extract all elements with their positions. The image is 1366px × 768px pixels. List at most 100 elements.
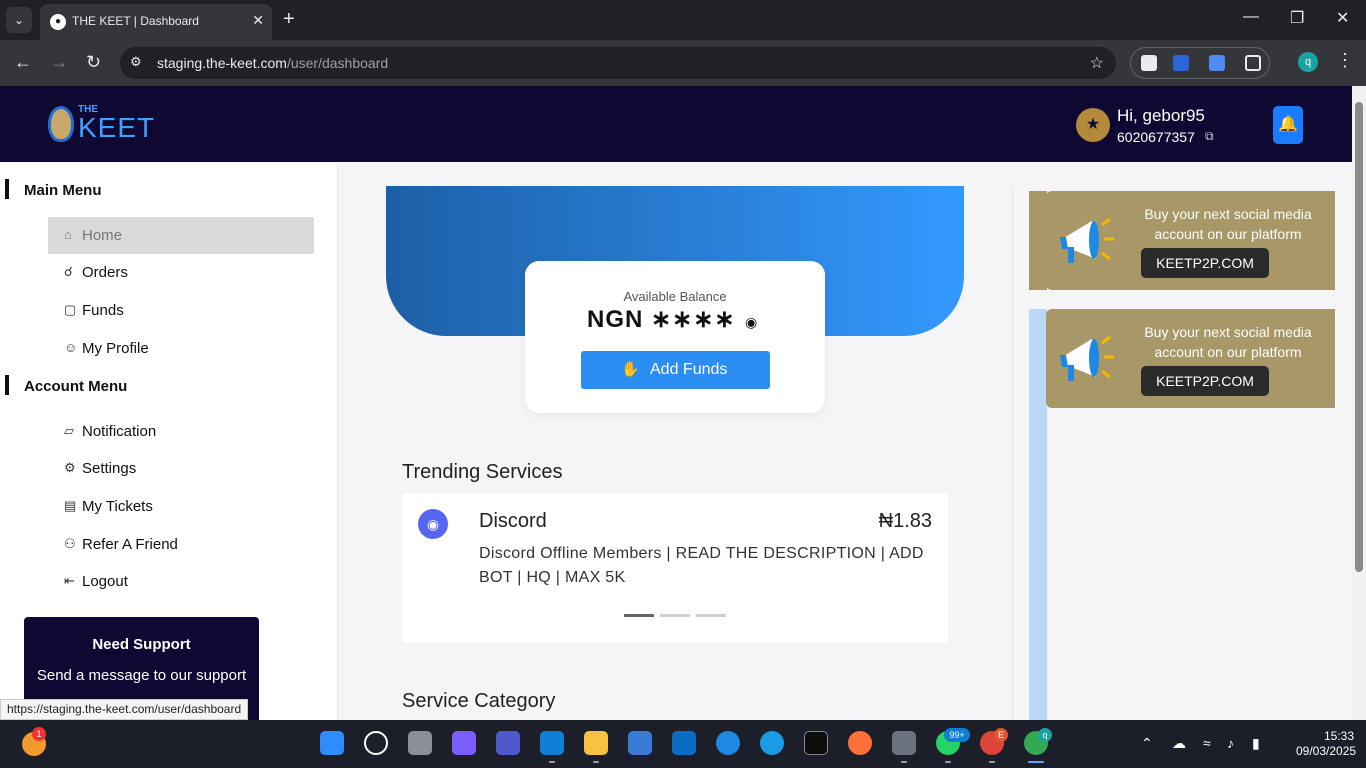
sidebar-item-label: My Profile xyxy=(82,340,149,357)
vscode-icon[interactable] xyxy=(540,731,564,755)
tab-title: THE KEET | Dashboard xyxy=(72,14,199,28)
sidebar-item-my-tickets[interactable]: ▤ My Tickets xyxy=(48,488,314,525)
new-tab-button[interactable]: + xyxy=(283,8,295,30)
discord-icon: ◉ xyxy=(418,509,448,539)
wifi-icon[interactable]: ≈ xyxy=(1203,735,1211,751)
add-funds-button[interactable]: ✋ Add Funds xyxy=(581,351,770,389)
sidebar-item-label: Notification xyxy=(82,423,157,440)
sidebar-item-settings[interactable]: ⚙ Settings xyxy=(48,450,314,487)
sidebar-item-label: Settings xyxy=(82,460,137,477)
sidebar-item-notification[interactable]: ▱ Notification xyxy=(48,413,314,450)
page-scrollbar[interactable] xyxy=(1352,86,1366,720)
sidebar-item-home[interactable]: ⌂ Home xyxy=(48,217,314,254)
ad-banner[interactable]: Buy your next social media account on ou… xyxy=(1046,309,1335,408)
help-icon[interactable] xyxy=(716,731,740,755)
store-icon[interactable] xyxy=(628,731,652,755)
logout-icon: ⇤ xyxy=(64,573,75,588)
trending-service-card[interactable]: ◉ Discord ₦1.83 Discord Offline Members … xyxy=(402,493,948,643)
ad-banner[interactable]: Buy your next social media account on ou… xyxy=(1046,191,1335,290)
megaphone-icon xyxy=(1060,335,1114,381)
megaphone-icon xyxy=(1060,217,1114,263)
carousel-dot[interactable] xyxy=(696,614,726,617)
extensions-puzzle-icon[interactable] xyxy=(1245,55,1261,71)
keet-logo[interactable]: THE KEET xyxy=(48,102,154,146)
firefox-icon[interactable] xyxy=(848,731,872,755)
forward-icon[interactable]: → xyxy=(50,52,68,73)
windows-taskbar: 1 99+ E q ⌃ ☁ ≈ ♪ ▮ 15:33 09/03/2025 xyxy=(0,720,1366,768)
ad-link-button[interactable]: KEETP2P.COM xyxy=(1141,366,1269,396)
settings-icon[interactable] xyxy=(892,731,916,755)
running-indicator xyxy=(989,761,995,763)
user-avatar[interactable]: ★ xyxy=(1076,108,1110,142)
profile-avatar[interactable]: q xyxy=(1298,52,1318,72)
back-icon[interactable]: ← xyxy=(14,52,32,73)
copilot-icon[interactable] xyxy=(452,731,476,755)
reload-icon[interactable]: ↻ xyxy=(86,52,101,73)
close-window-icon[interactable]: ✕ xyxy=(1336,8,1349,28)
clock-date: 09/03/2025 xyxy=(1296,744,1357,758)
tab-search-button[interactable]: ⌄ xyxy=(6,7,32,33)
service-price: ₦1.83 xyxy=(878,510,932,532)
ad-text: Buy your next social media account on ou… xyxy=(1144,206,1312,242)
address-bar[interactable]: ⚙ staging.the-keet.com/user/dashboard ☆ xyxy=(120,47,1116,79)
terminal-icon[interactable] xyxy=(804,731,828,755)
sidebar-item-my-profile[interactable]: ☺ My Profile xyxy=(48,330,314,367)
balance-value: NGN ∗∗∗∗ xyxy=(587,306,736,333)
start-icon[interactable] xyxy=(320,731,344,755)
copy-icon[interactable]: ⧉ xyxy=(1205,129,1214,144)
support-text: Send a message to our support xyxy=(36,667,247,684)
bookmark-star-icon[interactable]: ☆ xyxy=(1090,53,1104,73)
eye-icon[interactable]: ◉ xyxy=(745,314,757,331)
extension-2-icon[interactable] xyxy=(1173,55,1189,71)
chevron-up-icon[interactable]: ⌃ xyxy=(1141,735,1153,752)
balance-label: Available Balance xyxy=(623,289,727,304)
service-name: Discord xyxy=(479,510,547,532)
extension-3-icon[interactable] xyxy=(1209,55,1225,71)
active-indicator xyxy=(1028,761,1044,763)
browser-toolbar: ← → ↻ ⚙ staging.the-keet.com/user/dashbo… xyxy=(0,40,1366,86)
browser-menu-icon[interactable]: ⋮ xyxy=(1336,50,1354,71)
sidebar-item-orders[interactable]: ☌ Orders xyxy=(48,254,314,291)
gear-icon: ⚙ xyxy=(64,460,76,475)
url-text[interactable]: staging.the-keet.com/user/dashboard xyxy=(157,55,388,71)
scrollbar-thumb[interactable] xyxy=(1355,102,1363,572)
url-host: staging.the-keet.com xyxy=(157,55,287,71)
service-description: Discord Offline Members | READ THE DESCR… xyxy=(479,545,924,586)
edge-icon[interactable] xyxy=(760,731,784,755)
close-tab-icon[interactable]: ✕ xyxy=(252,12,264,29)
hp-icon[interactable] xyxy=(672,731,696,755)
carousel-dot[interactable] xyxy=(660,614,690,617)
onedrive-icon[interactable]: ☁ xyxy=(1172,735,1186,752)
minimize-icon[interactable]: — xyxy=(1243,8,1259,26)
hand-money-icon: ✋ xyxy=(621,361,640,378)
restore-icon[interactable]: ❐ xyxy=(1290,8,1304,28)
volume-icon[interactable]: ♪ xyxy=(1227,735,1234,751)
column-divider xyxy=(1012,186,1013,720)
sidebar-item-funds[interactable]: ▢ Funds xyxy=(48,292,314,329)
chrome-badge: E xyxy=(994,728,1008,742)
home-icon: ⌂ xyxy=(64,227,72,242)
teams-icon[interactable] xyxy=(496,731,520,755)
notification-bell-button[interactable]: 🔔 xyxy=(1273,106,1303,144)
sidebar-item-logout[interactable]: ⇤ Logout xyxy=(48,563,314,600)
carousel-dot-active[interactable] xyxy=(624,614,654,617)
service-category-heading: Service Category xyxy=(402,690,556,712)
site-info-icon[interactable]: ⚙ xyxy=(130,54,142,70)
sidebar-item-refer-a-friend[interactable]: ⚇ Refer A Friend xyxy=(48,526,314,563)
ad-link-button[interactable]: KEETP2P.COM xyxy=(1141,248,1269,278)
section-marker xyxy=(5,179,9,199)
browser-tab[interactable]: ● THE KEET | Dashboard ✕ xyxy=(40,4,272,40)
trending-services-heading: Trending Services xyxy=(402,461,563,483)
sidebar-item-label: Orders xyxy=(82,264,128,281)
search-icon[interactable] xyxy=(364,731,388,755)
task-view-icon[interactable] xyxy=(408,731,432,755)
bird-logo-icon xyxy=(48,106,74,142)
battery-icon[interactable]: ▮ xyxy=(1252,735,1260,752)
file-explorer-icon[interactable] xyxy=(584,731,608,755)
system-clock[interactable]: 15:33 09/03/2025 xyxy=(1296,729,1357,759)
chrome-profile-badge: q xyxy=(1038,728,1052,742)
balance-card: Available Balance NGN ∗∗∗∗ ◉ ✋ Add Funds xyxy=(525,261,825,413)
extension-1-icon[interactable] xyxy=(1141,55,1157,71)
site-favicon-icon: ● xyxy=(50,14,66,30)
running-indicator xyxy=(549,761,555,763)
